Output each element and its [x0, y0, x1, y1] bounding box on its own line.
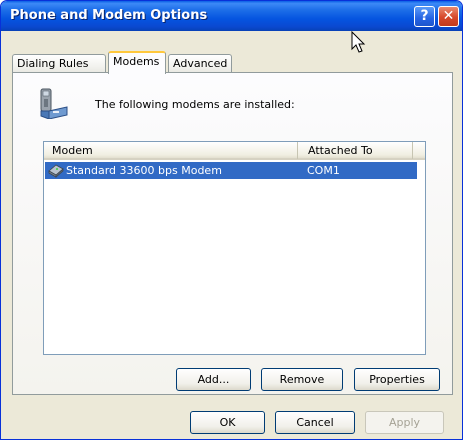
modem-icon: [48, 164, 64, 178]
apply-button[interactable]: Apply: [365, 411, 444, 434]
add-button[interactable]: Add...: [176, 368, 251, 391]
cancel-button[interactable]: Cancel: [275, 411, 355, 434]
title-bar[interactable]: Phone and Modem Options ? ✕: [1, 1, 462, 31]
window-title: Phone and Modem Options: [10, 8, 208, 23]
modems-tab-panel: The following modems are installed: Mode…: [12, 72, 453, 395]
tab-modems[interactable]: Modems: [108, 51, 166, 74]
help-button[interactable]: ?: [414, 6, 435, 27]
intro-text: The following modems are installed:: [95, 98, 295, 111]
modem-name: Standard 33600 bps Modem: [66, 164, 222, 177]
properties-button[interactable]: Properties: [354, 368, 440, 391]
close-icon: ✕: [442, 8, 455, 24]
tab-advanced[interactable]: Advanced: [168, 54, 232, 73]
modem-icon: [40, 88, 68, 119]
column-header-attached-to[interactable]: Attached To: [300, 142, 413, 159]
help-icon: ?: [420, 8, 429, 24]
column-header-modem[interactable]: Modem: [44, 142, 298, 159]
list-item[interactable]: Standard 33600 bps Modem COM1: [45, 162, 417, 179]
mouse-pointer-icon: [351, 31, 366, 53]
modems-list[interactable]: Modem Attached To Standard 33600 bps Mod…: [43, 141, 426, 355]
attached-to-port: COM1: [307, 164, 340, 177]
tab-dialing-rules[interactable]: Dialing Rules: [12, 54, 106, 73]
phone-and-modem-options-dialog: Phone and Modem Options ? ✕ Dialing Rule…: [0, 0, 463, 440]
ok-button[interactable]: OK: [190, 411, 265, 434]
list-header: Modem Attached To: [44, 142, 425, 160]
remove-button[interactable]: Remove: [261, 368, 343, 391]
close-button[interactable]: ✕: [438, 6, 459, 27]
